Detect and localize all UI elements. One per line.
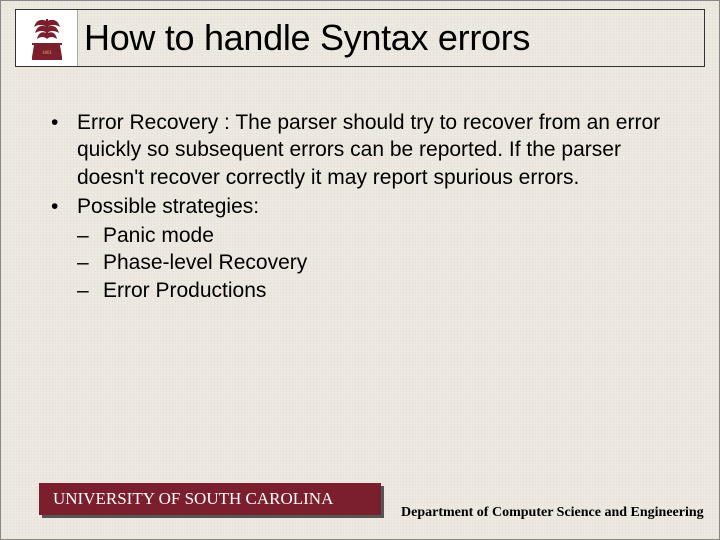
footer-department: Department of Computer Science and Engin… bbox=[401, 505, 711, 521]
bullet-text: Possible strategies: bbox=[77, 193, 661, 220]
subbullet-text: Phase-level Recovery bbox=[103, 249, 307, 276]
footer-university: UNIVERSITY OF SOUTH CAROLINA bbox=[39, 483, 381, 515]
subbullet-text: Error Productions bbox=[103, 277, 266, 304]
usc-logo: 1801 bbox=[16, 10, 78, 66]
bullet-text: Error Recovery : The parser should try t… bbox=[77, 109, 661, 191]
subbullet-item: – Panic mode bbox=[77, 222, 661, 249]
bullet-dot-icon: • bbox=[49, 193, 77, 220]
bullet-dot-icon: • bbox=[49, 109, 77, 191]
bullet-item: • Error Recovery : The parser should try… bbox=[49, 109, 661, 191]
logo-year: 1801 bbox=[42, 51, 53, 56]
bullet-item: • Possible strategies: bbox=[49, 193, 661, 220]
bullet-dash-icon: – bbox=[77, 222, 103, 249]
subbullet-text: Panic mode bbox=[103, 222, 214, 249]
subbullet-item: – Error Productions bbox=[77, 277, 661, 304]
slide: 1801 How to handle Syntax errors • Error… bbox=[0, 0, 720, 540]
bullet-dash-icon: – bbox=[77, 277, 103, 304]
subbullet-item: – Phase-level Recovery bbox=[77, 249, 661, 276]
title-bar: 1801 How to handle Syntax errors bbox=[15, 9, 705, 67]
slide-title: How to handle Syntax errors bbox=[78, 10, 704, 66]
bullet-dash-icon: – bbox=[77, 249, 103, 276]
slide-body: • Error Recovery : The parser should try… bbox=[49, 109, 661, 304]
